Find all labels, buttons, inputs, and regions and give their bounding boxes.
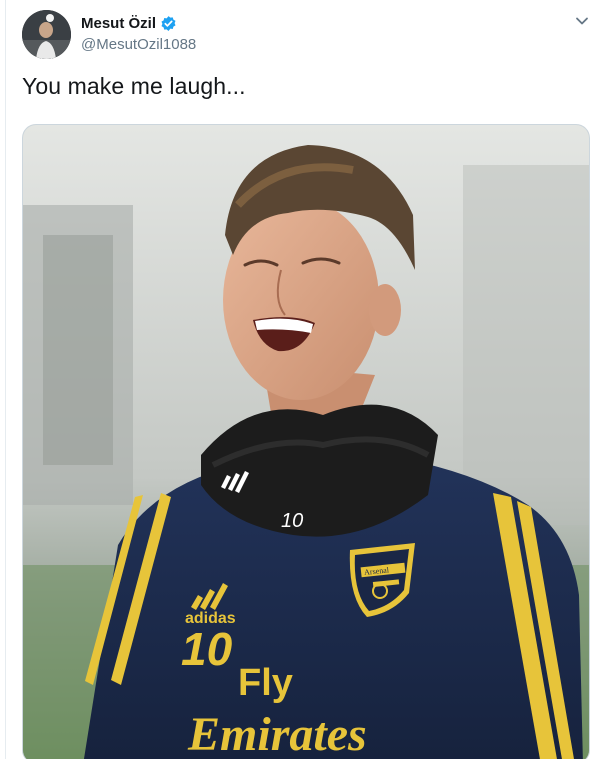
- avatar-image: [22, 10, 71, 59]
- jersey-number: 10: [181, 623, 233, 675]
- author-name[interactable]: Mesut Özil: [81, 15, 156, 32]
- avatar[interactable]: [22, 10, 71, 59]
- verified-badge-icon: [161, 16, 176, 31]
- tweet-text: You make me laugh...: [22, 73, 246, 99]
- collar-number: 10: [281, 510, 303, 532]
- author-handle[interactable]: @MesutOzil1088: [81, 36, 196, 53]
- tweet-card: Mesut Özil @MesutOzil1088 You make me la…: [0, 0, 605, 759]
- sponsor-line-2: Emirates: [187, 708, 367, 759]
- tweet-photo[interactable]: 10 adidas 10 Arsenal Fly Emirates: [22, 124, 590, 759]
- sponsor-line-1: Fly: [238, 662, 293, 704]
- author-name-row[interactable]: Mesut Özil: [81, 15, 177, 32]
- chevron-down-icon[interactable]: [574, 13, 590, 29]
- timeline-divider: [5, 0, 6, 759]
- photo-image: 10 adidas 10 Arsenal Fly Emirates: [23, 125, 589, 759]
